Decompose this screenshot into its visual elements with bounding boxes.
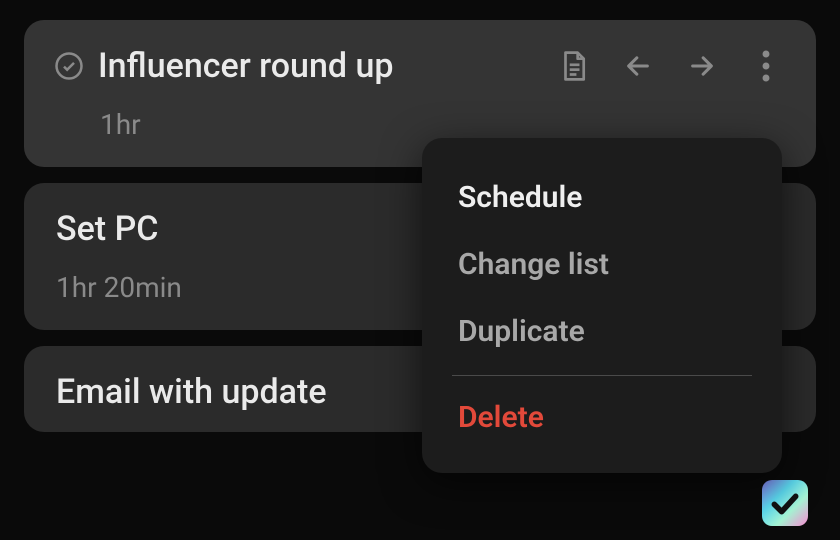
task-actions (556, 48, 784, 84)
menu-item-delete[interactable]: Delete (422, 384, 782, 451)
menu-divider (452, 375, 752, 376)
arrow-left-icon[interactable] (620, 48, 656, 84)
task-title: Set PC (56, 209, 158, 249)
menu-item-change-list[interactable]: Change list (422, 231, 782, 298)
app-badge-icon[interactable] (762, 480, 808, 526)
task-duration: 1hr (100, 108, 784, 141)
task-title-group: Email with update (54, 372, 327, 412)
document-icon[interactable] (556, 48, 592, 84)
task-title: Influencer round up (98, 46, 394, 86)
check-circle-icon[interactable] (54, 51, 84, 81)
task-title-group: Set PC (54, 209, 158, 249)
menu-item-duplicate[interactable]: Duplicate (422, 298, 782, 365)
arrow-right-icon[interactable] (684, 48, 720, 84)
task-title: Email with update (56, 372, 327, 412)
more-vertical-icon[interactable] (748, 48, 784, 84)
task-header: Influencer round up (54, 46, 784, 86)
context-menu: Schedule Change list Duplicate Delete (422, 138, 782, 473)
task-title-group: Influencer round up (54, 46, 394, 86)
menu-item-schedule[interactable]: Schedule (422, 164, 782, 231)
